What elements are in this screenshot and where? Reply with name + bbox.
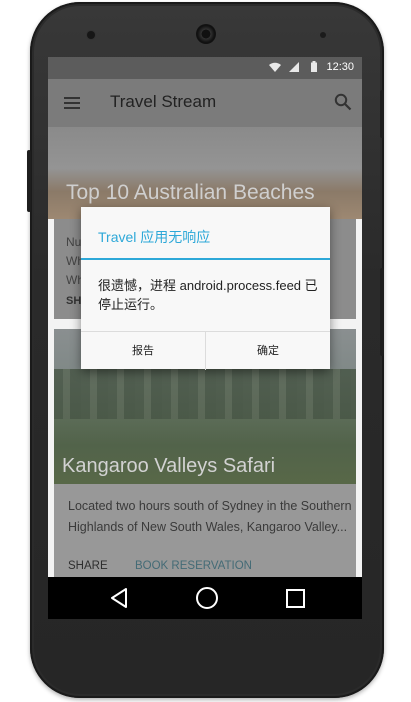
home-icon[interactable] (196, 587, 218, 609)
tree-line (54, 369, 356, 419)
proximity-sensor (320, 32, 326, 38)
search-icon[interactable] (334, 93, 352, 111)
volume-button-2 (380, 268, 384, 356)
earpiece-speaker (196, 24, 216, 44)
share-button[interactable]: SHARE (68, 560, 108, 572)
dialog-divider (81, 258, 330, 260)
anr-dialog: Travel 应用无响应 很遗憾，进程 android.process.feed… (81, 207, 330, 370)
menu-icon[interactable] (64, 97, 80, 109)
status-time: 12:30 (326, 61, 354, 73)
card-title-beaches: Top 10 Australian Beaches (66, 181, 315, 204)
ok-button[interactable]: 确定 (206, 332, 330, 370)
app-bar: Travel Stream (48, 79, 362, 127)
volume-button (380, 90, 384, 138)
report-button[interactable]: 报告 (81, 332, 206, 370)
front-camera (87, 31, 95, 39)
status-bar: 12:30 (48, 57, 362, 79)
navigation-bar (48, 577, 362, 619)
dialog-title: Travel 应用无响应 (98, 229, 211, 245)
power-button (27, 150, 31, 212)
screen: 12:30 Travel Stream Top 10 Australian Be… (48, 57, 362, 619)
card-title-safari: Kangaroo Valleys Safari (62, 455, 276, 477)
signal-icon (289, 62, 299, 72)
back-icon[interactable] (110, 588, 128, 608)
battery-icon (311, 61, 317, 72)
card-description: Located two hours south of Sydney in the… (68, 499, 352, 534)
app-title: Travel Stream (110, 92, 217, 111)
book-reservation-button[interactable]: BOOK RESERVATION (135, 560, 252, 572)
wifi-icon (269, 62, 281, 72)
beach-image[interactable] (48, 127, 362, 219)
dialog-buttons: 报告 确定 (81, 331, 330, 370)
recent-apps-icon[interactable] (286, 589, 305, 608)
dialog-message: 很遗憾，进程 android.process.feed 已停止运行。 (98, 278, 318, 312)
